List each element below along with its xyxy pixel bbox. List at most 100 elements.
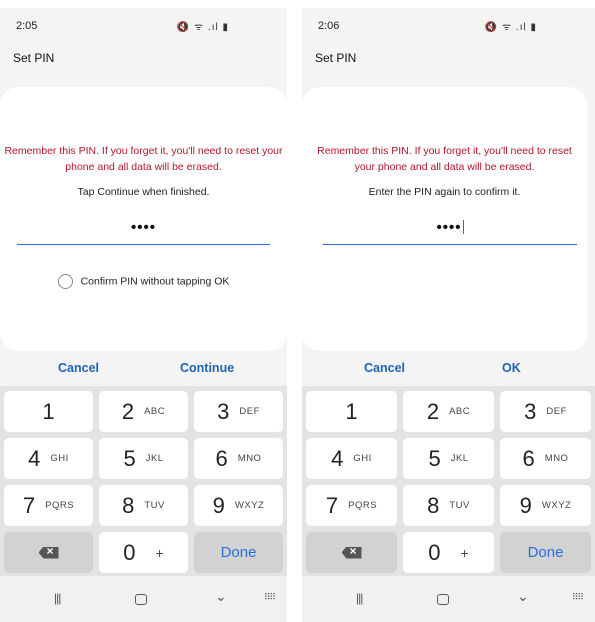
key-7-digit: 7 (22, 492, 36, 518)
key-4-letters: GHI (353, 453, 372, 464)
key-2-letters: ABC (449, 406, 471, 417)
key-3-letters: DEF (546, 406, 567, 417)
pin-input[interactable]: •••• (17, 219, 270, 245)
phone-screen-set-pin: 2:05 🔇 ᯤ .ıl ▮ Set PIN Remember this PIN… (0, 8, 287, 622)
key-2-digit: 2 (426, 398, 440, 424)
text-cursor (462, 220, 464, 234)
system-navbar: ||| ⌄ ⠿⠿ (0, 576, 287, 622)
key-3-digit: 3 (524, 398, 537, 424)
key-2-letters: ABC (144, 406, 166, 417)
key-4[interactable]: 4 GHI (4, 438, 93, 479)
key-9-letters: WXYZ (541, 500, 572, 511)
key-6[interactable]: 6 MNO (194, 438, 283, 479)
key-0-digit: 0 (428, 539, 441, 565)
cancel-button[interactable]: Cancel (58, 361, 99, 375)
pin-dots: •••• (130, 219, 156, 236)
backspace-icon (341, 546, 362, 559)
keyboard-icon[interactable]: ⠿⠿ (572, 592, 584, 603)
key-3-digit: 3 (217, 398, 230, 424)
key-6[interactable]: 6 MNO (500, 438, 591, 479)
confirm-without-ok-radio[interactable] (57, 274, 73, 289)
back-chevron-icon[interactable]: ⌄ (215, 588, 227, 605)
key-8[interactable]: 8 TUV (403, 485, 494, 526)
recent-apps-icon[interactable]: ||| (356, 591, 363, 605)
key-0-digit: 0 (123, 539, 136, 565)
key-2[interactable]: 2 ABC (99, 391, 188, 432)
key-8-letters: TUV (449, 500, 470, 511)
status-bar: 2:05 🔇 ᯤ .ıl ▮ (0, 8, 287, 44)
ok-button[interactable]: OK (502, 361, 521, 375)
key-0-plus: + (155, 544, 164, 561)
status-icons: 🔇 ᯤ .ıl ▮ (484, 22, 537, 33)
key-9-digit: 9 (212, 492, 225, 518)
key-6-letters: MNO (544, 453, 569, 464)
done-key[interactable]: Done (500, 532, 591, 573)
done-key[interactable]: Done (194, 532, 283, 573)
key-6-digit: 6 (522, 445, 535, 471)
key-4-digit: 4 (28, 445, 41, 471)
key-7[interactable]: 7 PQRS (4, 485, 93, 526)
backspace-key[interactable] (4, 532, 93, 573)
status-time: 2:06 (318, 20, 340, 32)
status-bar: 2:06 🔇 ᯤ .ıl ▮ (302, 8, 595, 44)
key-8-digit: 8 (122, 492, 135, 518)
backspace-icon (38, 546, 59, 559)
key-8-digit: 8 (427, 492, 440, 518)
backspace-key[interactable] (306, 532, 397, 573)
key-7[interactable]: 7 PQRS (306, 485, 397, 526)
key-3[interactable]: 3 DEF (194, 391, 283, 432)
action-bar: Cancel Continue (0, 361, 287, 381)
key-5[interactable]: 5 JKL (99, 438, 188, 479)
key-5-digit: 5 (428, 445, 441, 471)
pin-warning-text: Remember this PIN. If you forget it, you… (317, 145, 572, 173)
key-9[interactable]: 9 WXYZ (194, 485, 283, 526)
done-key-label: Done (527, 544, 564, 561)
key-1-digit: 1 (42, 398, 55, 424)
key-2[interactable]: 2 ABC (403, 391, 494, 432)
key-1[interactable]: 1 (306, 391, 397, 432)
key-9-digit: 9 (519, 492, 532, 518)
key-5[interactable]: 5 JKL (403, 438, 494, 479)
key-3[interactable]: 3 DEF (500, 391, 591, 432)
confirm-without-ok-option[interactable]: Confirm PIN without tapping OK (0, 274, 287, 289)
back-chevron-icon[interactable]: ⌄ (517, 588, 529, 605)
pin-card: Remember this PIN. If you forget it, you… (302, 87, 587, 351)
page-title: Set PIN (315, 51, 357, 65)
key-5-letters: JKL (450, 453, 469, 464)
recent-apps-icon[interactable]: ||| (54, 591, 61, 605)
key-0[interactable]: 0 + (403, 532, 494, 573)
key-6-letters: MNO (237, 453, 262, 464)
numeric-keypad: 1 2 ABC 3 DEF 4 GHI 5 JKL 6 MNO 7 PQRS 8 TUV 9W… (302, 386, 595, 576)
confirm-without-ok-label: Confirm PIN without tapping OK (80, 275, 230, 288)
phone-screen-confirm-pin: 2:06 🔇 ᯤ .ıl ▮ Set PIN Remember this PIN… (302, 8, 595, 622)
key-8[interactable]: 8 TUV (99, 485, 188, 526)
pin-warning-text: Remember this PIN. If you forget it, you… (4, 145, 283, 173)
page-title: Set PIN (13, 51, 55, 65)
pin-card: Remember this PIN. If you forget it, you… (0, 87, 287, 351)
key-4-letters: GHI (50, 453, 69, 464)
numeric-keypad: 1 2 ABC 3 DEF 4 GHI 5 JKL 6 MNO 7 PQRS 8 TUV 9W… (0, 386, 287, 576)
status-icons: 🔇 ᯤ .ıl ▮ (176, 22, 229, 33)
key-0[interactable]: 0 + (99, 532, 188, 573)
home-icon[interactable] (135, 594, 147, 605)
pin-hint-text: Tap Continue when finished. (77, 186, 210, 198)
key-4[interactable]: 4 GHI (306, 438, 397, 479)
key-9[interactable]: 9 WXYZ (500, 485, 591, 526)
key-5-letters: JKL (145, 453, 164, 464)
keyboard-icon[interactable]: ⠿⠿ (264, 592, 276, 603)
key-7-digit: 7 (325, 492, 339, 518)
system-navbar: ||| ⌄ ⠿⠿ (302, 576, 595, 622)
key-0-plus: + (460, 544, 469, 561)
cancel-button[interactable]: Cancel (364, 361, 405, 375)
done-key-label: Done (220, 544, 257, 561)
home-icon[interactable] (437, 594, 449, 605)
key-2-digit: 2 (121, 398, 135, 424)
status-time: 2:05 (16, 20, 38, 32)
continue-button[interactable]: Continue (180, 361, 234, 375)
key-1[interactable]: 1 (4, 391, 93, 432)
pin-dots: •••• (436, 219, 462, 236)
pin-input[interactable]: •••• (323, 219, 577, 245)
key-8-letters: TUV (144, 500, 165, 511)
key-6-digit: 6 (215, 445, 228, 471)
key-7-letters: PQRS (348, 500, 378, 511)
